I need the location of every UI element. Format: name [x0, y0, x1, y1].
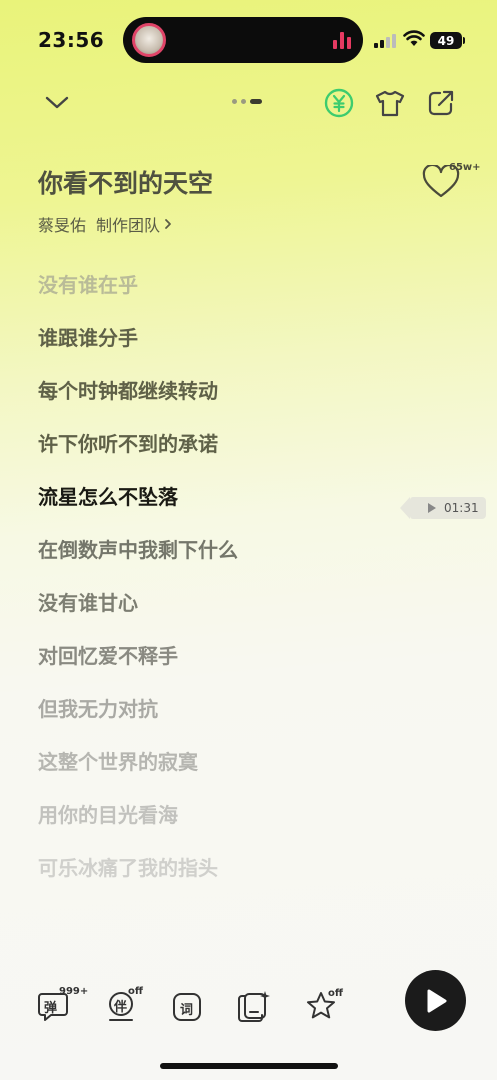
home-indicator[interactable]: [160, 1063, 338, 1069]
play-button[interactable]: [405, 970, 466, 1031]
page-indicator: [232, 99, 262, 104]
lyric-line[interactable]: 流星怎么不坠落: [38, 482, 408, 535]
share-button[interactable]: [425, 87, 457, 119]
battery-percentage: 49: [437, 33, 455, 48]
cellular-signal-icon: [374, 34, 396, 48]
sparkle-card-icon: [238, 991, 270, 1022]
accompany-button[interactable]: 伴 off: [108, 986, 143, 1024]
lyric-line[interactable]: 每个时钟都继续转动: [38, 376, 408, 429]
danmaku-label: 弹: [44, 1001, 58, 1016]
lyric-line[interactable]: 用你的目光看海: [38, 800, 408, 853]
lyric-line[interactable]: 这整个世界的寂寞: [38, 747, 408, 800]
lyric-line[interactable]: 没有谁甘心: [38, 588, 408, 641]
play-triangle-icon: [428, 503, 436, 513]
song-title: 你看不到的天空: [38, 169, 214, 198]
now-playing-bars-icon: [333, 31, 351, 49]
dynamic-island[interactable]: [123, 17, 363, 63]
accompany-state: off: [128, 986, 143, 997]
effects-button[interactable]: off: [305, 988, 343, 1024]
yuan-coin-icon: [324, 88, 354, 118]
vip-button[interactable]: [323, 87, 355, 119]
lyric-line[interactable]: 在倒数声中我剩下什么: [38, 535, 408, 588]
lyric-line[interactable]: 但我无力对抗: [38, 694, 408, 747]
chevron-right-icon: [165, 219, 171, 229]
battery-cap: [463, 37, 465, 44]
now-playing-album-art[interactable]: [132, 23, 166, 57]
artist-link[interactable]: 蔡旻佑: [38, 212, 86, 236]
theme-skin-button[interactable]: [373, 87, 407, 119]
danmaku-button[interactable]: 弹 999+: [37, 986, 88, 1024]
lyrics-button[interactable]: 词: [172, 992, 202, 1022]
like-count: 65w+: [449, 162, 481, 173]
chevron-down-icon: [45, 96, 69, 109]
lyrics-list[interactable]: 没有谁在乎 谁跟谁分手 每个时钟都继续转动 许下你听不到的承诺 流星怎么不坠落 在倒数声中…: [38, 270, 408, 906]
accompany-label: 伴: [114, 1000, 128, 1015]
player-top-nav: [0, 80, 497, 130]
play-icon: [427, 989, 446, 1012]
seek-time: 01:31: [444, 501, 479, 515]
effects-state: off: [328, 988, 343, 999]
lyric-line[interactable]: 对回忆爱不释手: [38, 641, 408, 694]
tshirt-icon: [375, 90, 405, 117]
status-time: 23:56: [38, 28, 105, 52]
lyrics-label: 词: [180, 1003, 194, 1018]
battery-icon: 49: [430, 32, 462, 49]
status-bar: 23:56 49: [0, 0, 497, 80]
credits-label: 制作团队: [96, 216, 161, 235]
seek-to-line-button[interactable]: 01:31: [400, 497, 486, 519]
wifi-icon: [403, 30, 425, 46]
collapse-button[interactable]: [40, 88, 74, 118]
lyric-line[interactable]: 许下你听不到的承诺: [38, 429, 408, 482]
lyric-line[interactable]: 可乐冰痛了我的指头: [38, 853, 408, 906]
bottom-toolbar: 弹 999+ 伴 off 词 off: [0, 960, 497, 1040]
share-icon: [428, 90, 454, 116]
lyric-line[interactable]: 谁跟谁分手: [38, 323, 408, 376]
credits-link[interactable]: 制作团队: [96, 212, 172, 236]
poster-button[interactable]: [237, 990, 271, 1024]
lyric-line[interactable]: 没有谁在乎: [38, 270, 408, 323]
danmaku-count: 999+: [59, 986, 89, 997]
song-meta: 蔡旻佑 制作团队: [38, 212, 172, 236]
